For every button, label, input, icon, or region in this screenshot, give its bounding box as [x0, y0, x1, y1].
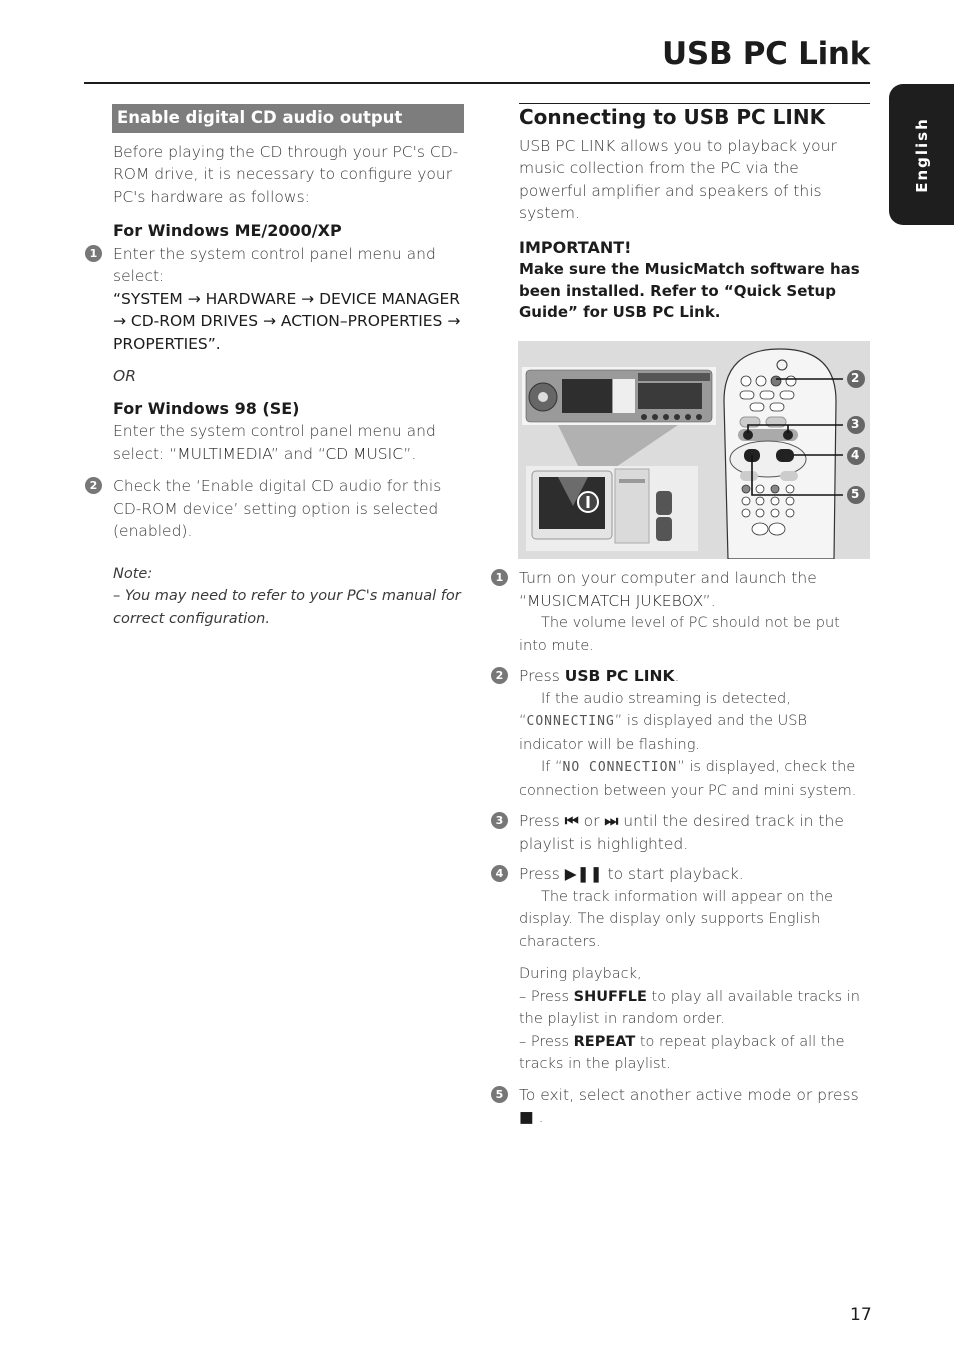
step-5: 5 To exit, select another active mode or… [491, 1084, 871, 1129]
repeat-button-name: REPEAT [573, 1033, 636, 1050]
language-tab: English [889, 84, 954, 225]
step-number-badge: 1 [491, 569, 508, 586]
text: to start playback. [602, 865, 744, 883]
step-1: 1 Turn on your computer and launch the “… [491, 567, 871, 657]
text: . [533, 1108, 544, 1126]
step-4: 4 Press ▶❚❚ to start playback. The track… [491, 863, 871, 953]
important-label: IMPORTANT! [519, 237, 632, 257]
shuffle-button-name: SHUFFLE [573, 988, 647, 1005]
button-name: USB PC LINK [564, 667, 675, 685]
text: – Press [519, 988, 574, 1005]
during-playback-label: During playback, [519, 966, 642, 982]
lcd-connecting: CONNECTING [526, 714, 615, 729]
illustration-svg [522, 348, 865, 560]
musicmatch-window [522, 367, 716, 425]
text: If “ [541, 759, 563, 775]
connection-steps: 1 Turn on your computer and launch the “… [491, 567, 871, 1129]
or-label: OR [113, 367, 136, 385]
windows-xp-heading: For Windows ME/2000/XP [113, 221, 342, 240]
title-divider [84, 82, 870, 84]
callout-5: 5 [851, 487, 860, 501]
windows-98-heading: For Windows 98 (SE) [113, 398, 300, 418]
windows-98-text: Enter the system control panel menu and … [113, 420, 468, 465]
text: ” and “ [270, 444, 326, 463]
text: ”. [702, 591, 716, 610]
shuffle-instruction: – Press SHUFFLE to play all available tr… [519, 986, 871, 1031]
play-pause-icon: ▶❚❚ [564, 865, 603, 883]
intro-text: USB PC LINK allows you to playback your … [519, 136, 837, 223]
section-heading: Enable digital CD audio output [112, 104, 464, 133]
step-2: 2 Press USB PC LINK. If the audio stream… [491, 665, 871, 802]
section-heading: Connecting to USB PC LINK [519, 105, 826, 129]
page-title: USB PC Link [662, 36, 870, 72]
step-number-badge: 2 [85, 477, 102, 494]
step-2: 2 Check the ‘Enable digital CD audio for… [85, 475, 468, 543]
text: Press [519, 812, 565, 830]
callout-badges [847, 370, 865, 504]
step-number-badge: 4 [491, 865, 508, 882]
step-number-badge: 5 [491, 1085, 508, 1103]
step-1: 1 Enter the system control panel menu an… [85, 243, 468, 356]
text: ”. [403, 444, 417, 463]
stop-icon: ■ [519, 1108, 534, 1126]
language-tab-label: English [912, 116, 931, 193]
section-divider [519, 103, 870, 104]
next-icon: ⏭ [604, 812, 619, 830]
step-2-text: Check the ‘Enable digital CD audio for t… [113, 477, 442, 540]
step-number-badge: 2 [491, 667, 508, 684]
important-text: Make sure the MusicMatch software has be… [519, 260, 860, 321]
note-text: – You may need to refer to your PC's man… [113, 588, 461, 627]
text: To exit, select another active mode or p… [519, 1085, 859, 1104]
step-1-text: Enter the system control panel menu and … [113, 244, 436, 286]
text: . [674, 667, 680, 685]
previous-icon: ⏮ [564, 812, 579, 830]
step-4-detail: The track information will appear on the… [519, 888, 834, 950]
connection-illustration: 2 3 4 5 [518, 341, 870, 560]
step-number-badge: 1 [85, 244, 102, 262]
lcd-no-connection: NO CONNECTION [562, 760, 678, 775]
page-number: 17 [850, 1305, 872, 1325]
software-name: MUSICMATCH JUKEBOX [527, 591, 703, 610]
computer-image [526, 466, 698, 551]
callout-4: 4 [851, 448, 860, 462]
step-1-menu-path: “SYSTEM → HARDWARE → DEVICE MANAGER → CD… [113, 289, 461, 353]
step-3: 3 Press ⏮ or ⏭ until the desired track i… [491, 810, 871, 855]
callout-2: 2 [851, 371, 860, 385]
repeat-instruction: – Press REPEAT to repeat playback of all… [519, 1031, 871, 1076]
remote-control [723, 348, 837, 560]
left-column: Enable digital CD audio output Before pl… [85, 104, 468, 630]
text: or [578, 812, 605, 830]
note-label: Note: [113, 565, 153, 582]
text: Press [519, 667, 565, 685]
menu-multimedia: MULTIMEDIA [177, 444, 271, 463]
step-1-detail: The volume level of PC should not be put… [519, 615, 840, 654]
menu-cd-music: CD MUSIC [325, 444, 404, 463]
callout-3: 3 [851, 417, 860, 431]
intro-text: Before playing the CD through your PC's … [113, 142, 459, 206]
text: – Press [519, 1033, 574, 1050]
text: Press [519, 865, 565, 883]
step-number-badge: 3 [491, 812, 508, 829]
right-column: Connecting to USB PC LINK USB PC LINK al… [519, 103, 871, 324]
